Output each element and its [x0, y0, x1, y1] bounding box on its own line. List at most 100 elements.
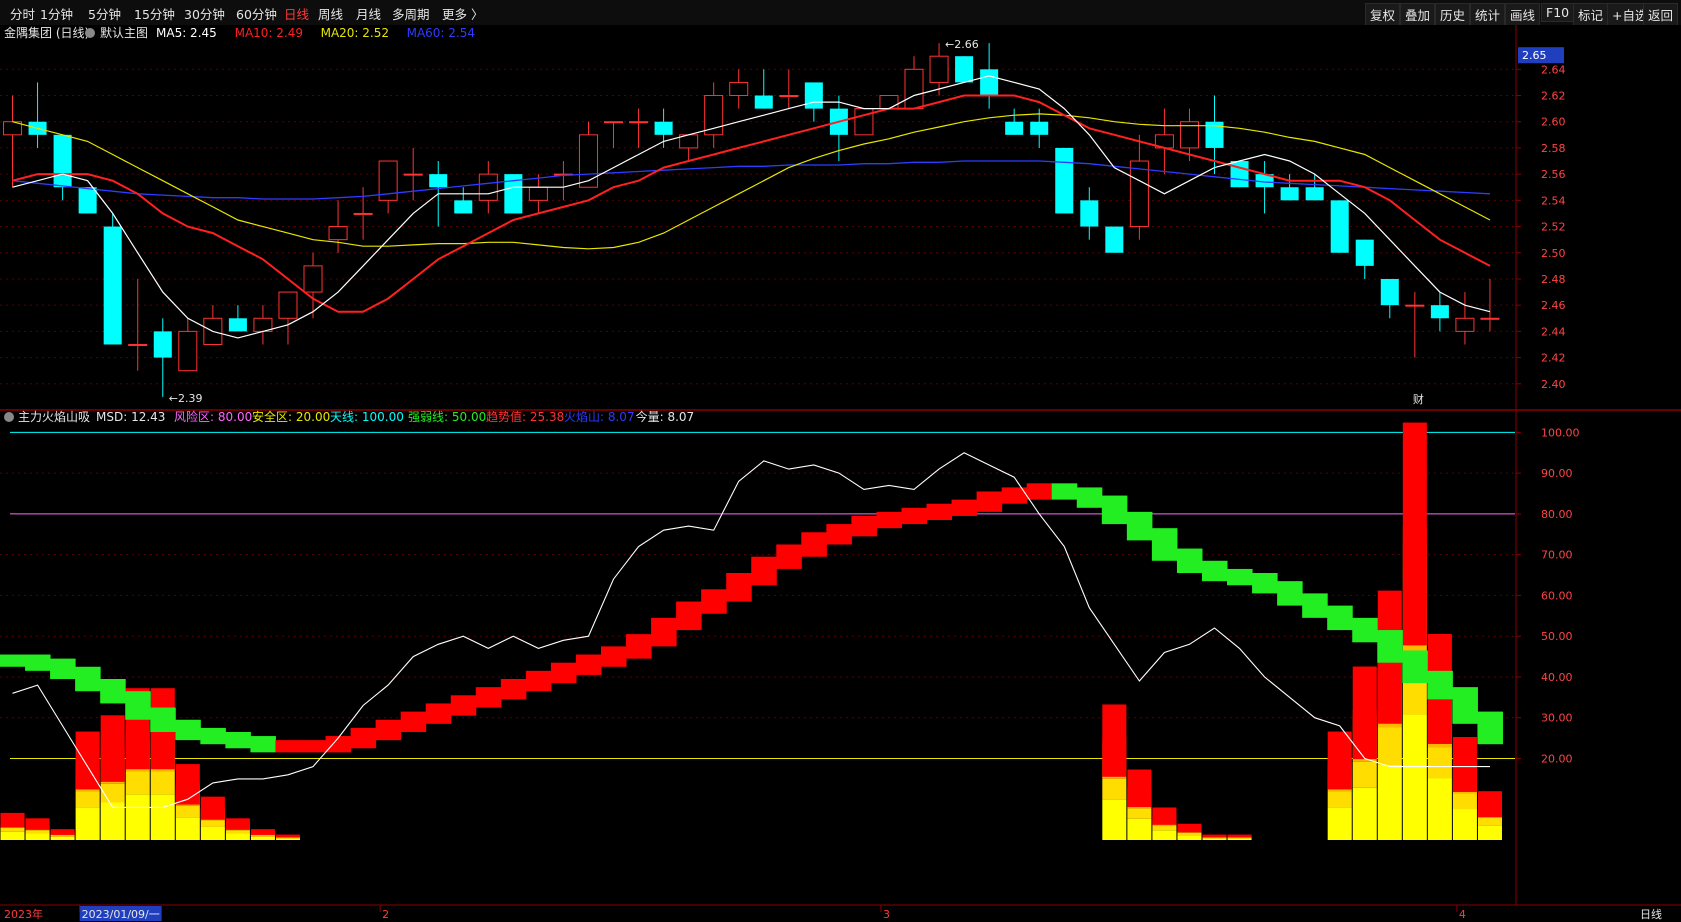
- main-ytick-label: 2.62: [1541, 90, 1566, 103]
- flame-bar: [1327, 807, 1352, 840]
- candle-body: [1030, 121, 1049, 135]
- xaxis-label: 2: [382, 908, 389, 921]
- flame-bar: [100, 715, 125, 751]
- flame-bar: [175, 805, 200, 818]
- flame-bar: [125, 771, 150, 795]
- trend-block: [1051, 483, 1078, 500]
- ma-legend-item: MA60: 2.54: [407, 26, 475, 40]
- flame-bar: [250, 829, 275, 833]
- toolbar-button[interactable]: 画线: [1505, 3, 1541, 26]
- flame-bar: [1402, 526, 1427, 646]
- flame-bar: [1452, 736, 1477, 767]
- flame-bar: [1427, 778, 1452, 840]
- trend-block: [1427, 670, 1453, 700]
- flame-bar: [1202, 834, 1227, 837]
- flame-bar: [1477, 825, 1502, 840]
- toolbar-button[interactable]: 统计: [1470, 3, 1506, 26]
- period-tab[interactable]: 更多 〉: [442, 4, 483, 23]
- trend-block: [375, 719, 402, 741]
- toolbar-button[interactable]: 标记: [1573, 3, 1609, 26]
- period-tab[interactable]: 30分钟: [184, 4, 225, 23]
- candle-body: [103, 226, 122, 345]
- flame-bar: [1127, 769, 1152, 790]
- main-ytick-label: 2.44: [1541, 325, 1566, 338]
- toolbar-button[interactable]: 返回: [1643, 3, 1679, 26]
- ind-ytick-label: 30.00: [1541, 712, 1573, 725]
- flame-bar: [275, 835, 300, 838]
- candle-body: [1480, 317, 1500, 320]
- toolbar-button[interactable]: F10: [1541, 3, 1575, 22]
- period-tab[interactable]: 15分钟: [134, 4, 175, 23]
- flame-bar: [1452, 809, 1477, 840]
- candle-body: [1305, 187, 1324, 201]
- candle-body: [578, 134, 598, 188]
- trend-block: [450, 695, 477, 716]
- period-label: 日线: [1640, 907, 1662, 921]
- flame-bar: [75, 731, 100, 763]
- candle-body: [303, 265, 323, 293]
- flame-bar: [1177, 823, 1202, 829]
- trend-block: [100, 678, 126, 704]
- indicator-legend-item: MSD: 12.43: [96, 410, 165, 424]
- candle-body: [328, 226, 348, 241]
- flame-bar: [1377, 727, 1402, 765]
- period-tab[interactable]: 5分钟: [88, 4, 121, 23]
- flame-bar: [1327, 791, 1352, 808]
- flame-bar: [225, 833, 250, 840]
- trend-block: [175, 719, 201, 741]
- trend-block: [1402, 650, 1428, 684]
- period-tab[interactable]: 多周期: [392, 4, 430, 23]
- toolbar-button[interactable]: 叠加: [1400, 3, 1436, 26]
- flame-bar: [1352, 787, 1377, 840]
- period-tab[interactable]: 日线: [284, 4, 309, 23]
- period-tab[interactable]: 分时: [10, 4, 35, 23]
- candle-body: [1080, 200, 1099, 227]
- flame-bar: [1202, 835, 1227, 838]
- ind-ytick-label: 100.00: [1541, 426, 1580, 439]
- flame-bar: [275, 837, 300, 839]
- candle-body: [1005, 121, 1024, 135]
- flame-bar: [1152, 807, 1177, 817]
- ind-ytick-label: 80.00: [1541, 508, 1573, 521]
- candle-body: [654, 121, 673, 135]
- candle-body: [454, 200, 473, 214]
- candle-body: [729, 81, 749, 97]
- flame-bar: [175, 764, 200, 786]
- flame-bar: [50, 835, 75, 837]
- flame-bar: [1102, 799, 1127, 840]
- main-ytick-label: 2.54: [1541, 194, 1566, 207]
- flame-bar: [1477, 817, 1502, 826]
- candle-body: [1380, 278, 1399, 306]
- trend-block: [1126, 511, 1153, 541]
- toolbar-button[interactable]: 复权: [1365, 3, 1401, 26]
- toolbar-button[interactable]: 历史: [1435, 3, 1471, 26]
- main-ytick-label: 2.64: [1541, 63, 1566, 76]
- flame-bar: [1227, 835, 1252, 838]
- candle-body: [128, 343, 148, 346]
- trend-block: [801, 532, 827, 557]
- flame-bar: [1127, 818, 1152, 840]
- period-tab[interactable]: 月线: [356, 4, 381, 23]
- period-tab[interactable]: 60分钟: [236, 4, 277, 23]
- ma-legend-item: MA20: 2.52: [321, 26, 389, 40]
- trend-block: [651, 617, 677, 647]
- period-tab[interactable]: 周线: [318, 4, 343, 23]
- period-tab[interactable]: 1分钟: [40, 4, 73, 23]
- trend-block: [0, 654, 26, 667]
- main-ytick-label: 2.56: [1541, 168, 1566, 181]
- flame-bar: [100, 746, 125, 782]
- flame-bar: [1402, 422, 1427, 542]
- flame-bar: [150, 725, 175, 770]
- main-ytick-label: 2.40: [1541, 378, 1566, 391]
- candle-body: [1280, 187, 1299, 201]
- trend-block: [626, 634, 652, 659]
- candle-body: [353, 212, 373, 215]
- trend-block: [1026, 483, 1053, 500]
- xaxis-label: 2023年: [4, 907, 43, 921]
- ind-ytick-label: 20.00: [1541, 752, 1573, 765]
- indicator-legend-item: 安全区: 20.00: [252, 409, 330, 424]
- trend-block: [150, 707, 176, 732]
- flame-bar: [1127, 808, 1152, 819]
- flame-bar: [250, 836, 275, 840]
- flame-bar: [50, 829, 75, 833]
